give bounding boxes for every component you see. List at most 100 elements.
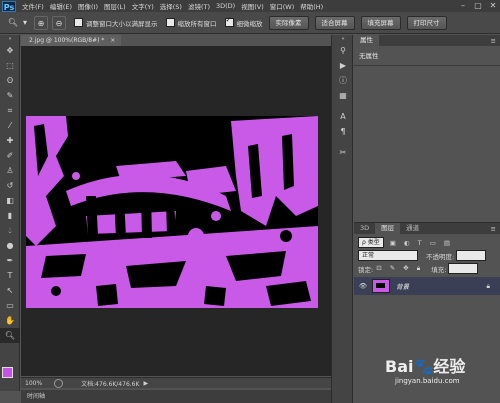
- eraser-tool-icon[interactable]: ◧: [0, 193, 20, 208]
- checkbox-box[interactable]: [165, 18, 175, 27]
- collapse-icon[interactable]: »: [0, 35, 20, 43]
- tools-panel: » ✥ ⬚ ʘ ✎ ⌗ ⁄ ✚ ✐ ♙ ↺ ◧ ▮ 💧︎ ● ✒ T ↖ ▭ ✋…: [0, 35, 20, 391]
- path-select-icon[interactable]: ↖: [0, 283, 20, 298]
- fill-screen-button[interactable]: 填充屏幕: [360, 15, 401, 30]
- tab-3d[interactable]: 3D: [354, 223, 375, 234]
- tab-properties[interactable]: 属性: [354, 35, 379, 46]
- foreground-color-swatch[interactable]: [2, 367, 13, 378]
- resize-windows-checkbox[interactable]: 调整窗口大小以满屏显示: [74, 18, 158, 28]
- lock-icons[interactable]: ⊡ ✎ ✥ 🔒︎: [376, 264, 423, 273]
- panel-icon-column: « ⚲ ▶ ⓘ ▦ A ¶ ✂: [331, 35, 353, 403]
- watermark-url: jingyan.baidu.com: [395, 377, 460, 385]
- eyedropper-tool-icon[interactable]: ⁄: [0, 118, 20, 133]
- properties-panel-header: 属性 ≡: [354, 35, 500, 46]
- menu-3d[interactable]: 3D(D): [216, 2, 235, 10]
- posterized-image: [26, 116, 318, 308]
- divider: [354, 65, 500, 66]
- opacity-label: 不透明度:: [426, 252, 455, 261]
- close-icon[interactable]: ✕: [486, 0, 500, 12]
- shape-tool-icon[interactable]: ▭: [0, 298, 20, 313]
- layer-lock-icon: 🔒︎: [486, 281, 490, 290]
- character-panel-icon[interactable]: A: [332, 109, 354, 124]
- history-panel-icon[interactable]: ⚲: [332, 43, 354, 58]
- menu-select[interactable]: 选择(S): [160, 1, 182, 11]
- menu-view[interactable]: 视图(V): [241, 1, 264, 11]
- brush-tool-icon[interactable]: ✐: [0, 148, 20, 163]
- hand-tool-icon[interactable]: ✋: [0, 313, 20, 328]
- layer-name: 背景: [396, 283, 409, 291]
- watermark-logo: Bai🐾经验: [385, 357, 466, 376]
- menu-layer[interactable]: 图层(L): [104, 1, 126, 11]
- quick-select-tool-icon[interactable]: ✎: [0, 88, 20, 103]
- lasso-tool-icon[interactable]: ʘ: [0, 73, 20, 88]
- move-tool-icon[interactable]: ✥: [0, 43, 20, 58]
- document-size: 文档:476.6K/476.6K: [81, 380, 140, 388]
- clone-stamp-icon[interactable]: ♙: [0, 163, 20, 178]
- maximize-icon[interactable]: ▢: [471, 0, 485, 12]
- paragraph-panel-icon[interactable]: ¶: [332, 124, 354, 139]
- zoom-in-icon[interactable]: ⊕: [34, 15, 48, 30]
- zoom-all-windows-checkbox[interactable]: 缩放所有窗口: [165, 18, 217, 28]
- visibility-eye-icon[interactable]: 👁︎: [358, 282, 368, 290]
- menu-type[interactable]: 文字(Y): [132, 1, 154, 11]
- properties-panel: 属性 ≡ 无属性: [354, 35, 500, 220]
- zoom-tool-icon[interactable]: 🔍︎: [6, 16, 20, 30]
- actual-pixels-button[interactable]: 实际像素: [268, 15, 309, 30]
- pen-tool-icon[interactable]: ✒: [0, 253, 20, 268]
- tab-channels[interactable]: 通道: [400, 223, 425, 234]
- timeline-tab[interactable]: 时间轴: [21, 390, 331, 403]
- opacity-field[interactable]: [456, 250, 487, 261]
- tool-presets-icon[interactable]: ✂: [332, 145, 354, 160]
- gradient-tool-icon[interactable]: ▮: [0, 208, 20, 223]
- thumbnail-detail: [376, 283, 385, 288]
- tab-layers[interactable]: 图层: [375, 223, 401, 234]
- healing-brush-icon[interactable]: ✚: [0, 133, 20, 148]
- marquee-tool-icon[interactable]: ⬚: [0, 58, 20, 73]
- document-tab[interactable]: 2.jpg @ 100%(RGB/8#) * ×: [21, 35, 121, 46]
- panel-menu-icon[interactable]: ≡: [491, 37, 496, 45]
- tool-preset-dropdown-icon[interactable]: ▾: [20, 16, 30, 30]
- document-image[interactable]: [26, 116, 318, 308]
- checkbox-box[interactable]: [224, 16, 234, 27]
- checkbox-box[interactable]: [74, 18, 83, 27]
- history-brush-icon[interactable]: ↺: [0, 178, 20, 193]
- status-menu-arrow-icon[interactable]: ▶: [143, 380, 148, 387]
- menu-window[interactable]: 窗口(W): [270, 1, 295, 11]
- zoom-tool-icon[interactable]: 🔍︎: [0, 328, 20, 343]
- crop-tool-icon[interactable]: ⌗: [0, 103, 20, 118]
- fill-field[interactable]: [448, 263, 479, 274]
- close-tab-icon[interactable]: ×: [110, 37, 115, 44]
- print-size-button[interactable]: 打印尺寸: [406, 15, 447, 30]
- blend-mode-dropdown[interactable]: 正常: [358, 250, 418, 261]
- info-panel-icon[interactable]: ⓘ: [332, 73, 354, 88]
- menu-bar: Ps 文件(F) 编辑(E) 图像(I) 图层(L) 文字(Y) 选择(S) 滤…: [0, 0, 500, 12]
- zoom-out-icon[interactable]: ⊖: [52, 15, 66, 30]
- blur-tool-icon[interactable]: 💧︎: [0, 223, 20, 238]
- menu-filter[interactable]: 滤镜(T): [188, 1, 210, 11]
- collapse-icon[interactable]: «: [332, 35, 354, 43]
- scrubby-zoom-checkbox[interactable]: 细微缩放: [224, 16, 263, 28]
- filter-icons[interactable]: ▣ ◐ T ▭ ▤: [390, 239, 453, 247]
- fit-screen-button[interactable]: 适合屏幕: [314, 15, 355, 30]
- menu-edit[interactable]: 编辑(E): [50, 1, 72, 11]
- menu-file[interactable]: 文件(F): [22, 1, 44, 11]
- filter-kind-dropdown[interactable]: ρ 类型: [358, 237, 384, 248]
- checkbox-label: 细微缩放: [236, 19, 263, 28]
- photoshop-logo: Ps: [2, 0, 16, 12]
- panel-menu-icon[interactable]: ≡: [491, 225, 496, 233]
- layer-row-background[interactable]: 👁︎ 背景 🔒︎: [354, 277, 500, 295]
- lock-label: 锁定:: [358, 265, 374, 274]
- dodge-tool-icon[interactable]: ●: [0, 238, 20, 253]
- menu-image[interactable]: 图像(I): [78, 1, 98, 11]
- brush-presets-icon[interactable]: ▦: [332, 88, 354, 103]
- status-info-icon[interactable]: [54, 378, 64, 388]
- minimize-icon[interactable]: –: [456, 0, 470, 12]
- actions-panel-icon[interactable]: ▶: [332, 58, 354, 73]
- document-title: 2.jpg @ 100%(RGB/8#) *: [29, 37, 105, 44]
- lock-row: 锁定: ⊡ ✎ ✥ 🔒︎ 填充:: [354, 262, 500, 275]
- zoom-level[interactable]: 100%: [25, 380, 42, 387]
- checkbox-label: 缩放所有窗口: [177, 19, 217, 28]
- type-tool-icon[interactable]: T: [0, 268, 20, 283]
- menu-help[interactable]: 帮助(H): [300, 1, 323, 11]
